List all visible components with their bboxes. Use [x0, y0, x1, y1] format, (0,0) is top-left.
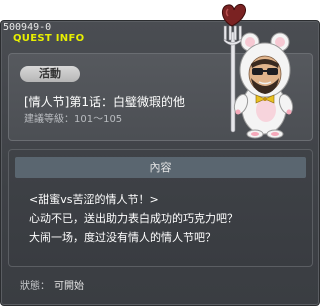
status-label: 狀態： — [20, 281, 50, 292]
quest-status: 狀態： 可開始 — [20, 281, 84, 293]
content-header: 內容 — [15, 157, 306, 178]
bear-costume-npc-icon — [222, 3, 294, 139]
content-line: 大闹一场，度过没有情人的情人节吧？ — [29, 231, 216, 244]
quest-name: [情人节]第1话：白璧微瑕的他 — [24, 95, 185, 109]
quest-id-label: 500949-0 — [3, 22, 52, 33]
content-line: 心动不已，送出助力表白成功的巧克力吧？ — [29, 212, 238, 225]
window-title: QUEST INFO — [13, 33, 85, 44]
level-requirement: 建議等級：101～105 — [24, 114, 123, 125]
event-badge: 活動 — [20, 66, 80, 82]
content-line: <甜蜜vs苦涩的情人节！> — [29, 193, 159, 206]
status-value: 可開始 — [54, 281, 84, 292]
